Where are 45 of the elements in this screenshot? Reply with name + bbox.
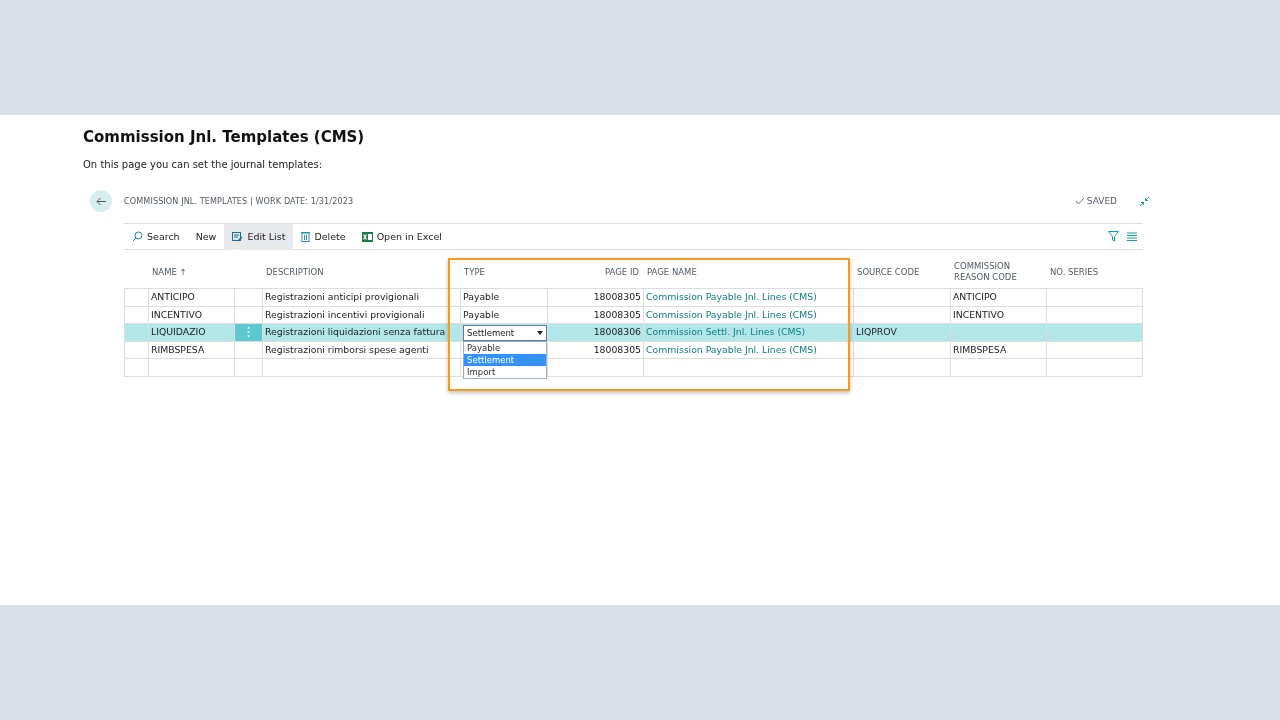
row-indicator[interactable] [124,288,148,306]
toolbar-button[interactable]: Delete [293,223,354,250]
row-actions-cell[interactable] [234,323,262,341]
type-select[interactable]: Settlement [463,325,547,341]
column-header[interactable]: NAME ↑ [148,256,234,288]
row-indicator[interactable] [124,323,148,341]
spreadsheet-icon [361,231,373,242]
column-header[interactable]: SOURCE CODE [853,256,950,288]
list-icon[interactable] [1127,232,1137,241]
back-button[interactable] [90,190,112,212]
table-cell: 18008305 [547,288,643,306]
more-icon[interactable] [247,327,250,337]
column-header[interactable]: COMMISSION REASON CODE [950,256,1046,288]
row-actions-cell[interactable] [234,288,262,306]
trash-icon [301,231,311,242]
column-header[interactable]: TYPE [460,256,547,288]
arrow-left-icon [95,196,107,206]
column-header[interactable]: DESCRIPTION [262,256,460,288]
intro-text: On this page you can set the journal templates: [83,158,324,172]
page-heading: Commission Jnl. Templates (CMS) [83,127,366,147]
column-header[interactable]: PAGE NAME [643,256,853,288]
column-header[interactable]: PAGE ID [547,256,643,288]
table-cell: Registrazioni anticipi provigionali [262,288,460,306]
collapse-icon[interactable] [1139,195,1150,207]
table-cell: ANTICIPO [148,288,234,306]
table-cell: LIQPROV [853,323,950,341]
table-cell: ANTICIPO [950,288,1046,306]
table-cell: Payable [460,288,547,306]
edit-list-icon [232,231,244,242]
toolbar-button[interactable]: Edit List [224,223,294,250]
page-title: COMMISSION JNL. TEMPLATES | WORK DATE: 1/31/2023 [124,196,355,206]
saved-status: SAVED [1086,196,1117,206]
check-icon [1074,197,1085,205]
table-cell: Registrazioni liquidazioni senza fattura [262,323,460,341]
page-name-link[interactable]: Commission Payable Jnl. Lines (CMS) [643,288,853,306]
filter-icon[interactable] [1108,231,1119,242]
column-header[interactable]: NO. SERIES [1046,256,1143,288]
page-name-link[interactable]: Commission Settl. Jnl. Lines (CMS) [643,323,853,341]
toolbar-button[interactable]: Search [124,223,188,250]
search-icon [132,231,143,242]
table-cell: 18008306 [547,323,643,341]
table-cell: LIQUIDAZIO [148,323,234,341]
caret-icon [537,331,543,336]
toolbar-button[interactable]: New [187,223,225,250]
toolbar-button[interactable]: Open in Excel [353,223,450,250]
